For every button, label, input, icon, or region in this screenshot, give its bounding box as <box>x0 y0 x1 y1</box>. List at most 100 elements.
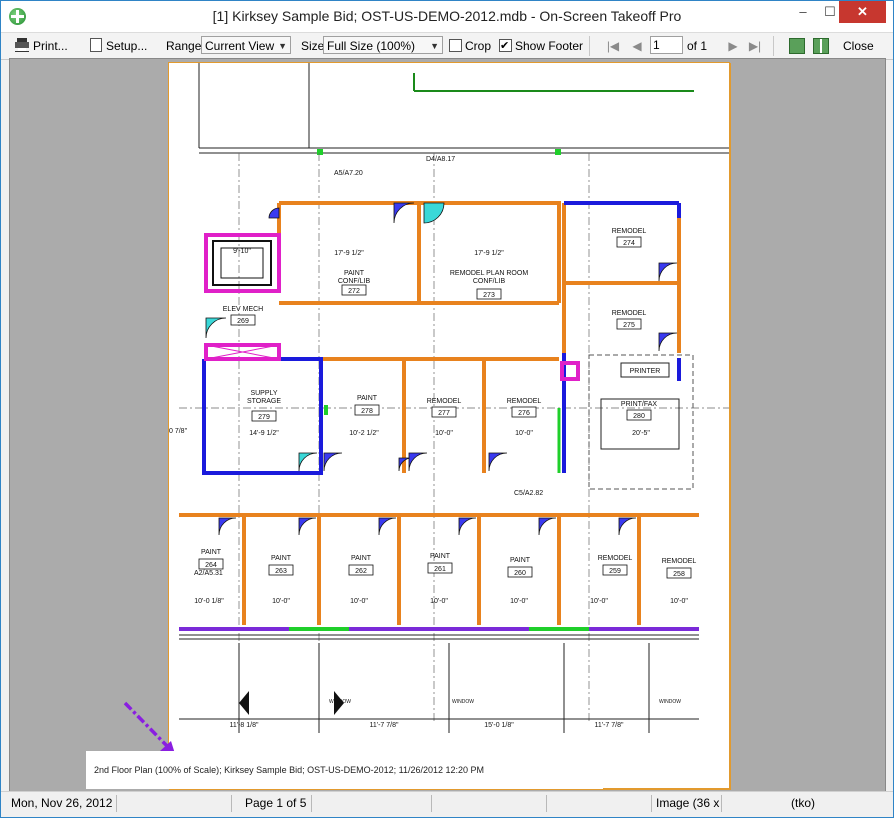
room-277-number: 277 <box>438 410 450 417</box>
room-275-number: 275 <box>623 322 635 329</box>
status-user: (tko) <box>791 796 815 810</box>
room-269-name: ELEV MECH <box>223 306 263 313</box>
room-277-name: REMODEL <box>427 398 462 405</box>
status-separator <box>311 795 312 812</box>
status-date: Mon, Nov 26, 2012 <box>11 796 113 810</box>
dim-bottom-7: 10'-0" <box>670 598 688 605</box>
print-preview-toolbar: Print... Setup... Range Current View ▼ Si… <box>1 32 893 60</box>
chevron-down-icon: ▼ <box>278 41 287 51</box>
next-page-icon[interactable]: ▶ <box>725 37 741 55</box>
crop-label: Crop <box>465 39 492 53</box>
room-279-name: SUPPLY STORAGE <box>247 390 281 405</box>
room-272-number: 272 <box>348 288 360 295</box>
room-260-name: PAINT <box>510 557 531 564</box>
show-footer-checkbox[interactable]: Show Footer <box>499 37 583 55</box>
room-263-name: PAINT <box>271 555 292 562</box>
dim-bottom-6: 10'-0" <box>590 598 608 605</box>
window-label: WINDOW <box>659 699 681 705</box>
room-273-number: 273 <box>483 292 495 299</box>
size-select[interactable]: Full Size (100%) ▼ <box>323 36 443 54</box>
section-marker-icon <box>334 691 344 715</box>
page-of-label: of 1 <box>687 39 708 53</box>
room-262-name: PAINT <box>351 555 372 562</box>
tag-a5: A5/A7.20 <box>334 170 363 177</box>
room-259-number: 259 <box>609 568 621 575</box>
range-select[interactable]: Current View ▼ <box>201 36 291 54</box>
size-value: Full Size (100%) <box>327 39 416 53</box>
single-page-icon[interactable] <box>789 38 805 54</box>
dim-mid-5: 20'-5" <box>632 430 650 437</box>
dim-mid-2: 10'-2 1/2" <box>349 430 379 437</box>
room-274-number: 274 <box>623 240 635 247</box>
preview-area[interactable]: PRINTER A5/A7.20 D4/A8.17 C5/A2.82 A2/A5… <box>9 58 886 793</box>
room-280-name: PRINT/FAX <box>621 401 658 408</box>
status-bar: Mon, Nov 26, 2012 Page 1 of 5 Image (36 … <box>1 791 893 817</box>
dim-bottom-3: 10'-0" <box>350 598 368 605</box>
minimize-button[interactable]: ‒ <box>789 1 817 23</box>
printed-page: PRINTER A5/A7.20 D4/A8.17 C5/A2.82 A2/A5… <box>168 62 730 789</box>
room-279-number: 279 <box>258 414 270 421</box>
status-separator <box>431 795 432 812</box>
room-274-name: REMODEL <box>612 228 647 235</box>
dim-lower-2: 11'-7 7/8" <box>370 722 400 729</box>
dim-bottom-1: 10'-0 1/8" <box>194 598 224 605</box>
window-label: WINDOW <box>452 699 474 705</box>
chevron-down-icon: ▼ <box>430 41 439 51</box>
room-275-name: REMODEL <box>612 310 647 317</box>
status-separator <box>651 795 652 812</box>
room-278-name: PAINT <box>357 395 378 402</box>
range-label: Range <box>166 39 202 53</box>
room-263-number: 263 <box>275 568 287 575</box>
room-260-number: 260 <box>514 570 526 577</box>
section-marker-icon <box>239 691 249 715</box>
room-262-number: 262 <box>355 568 367 575</box>
dim-bottom-4: 10'-0" <box>430 598 448 605</box>
show-footer-check-box-icon <box>499 37 512 55</box>
status-separator <box>721 795 722 812</box>
room-273-name: REMODEL PLAN ROOM CONF/LIB <box>450 270 528 285</box>
room-261-name: PAINT <box>430 553 451 560</box>
room-259-name: REMODEL <box>598 555 633 562</box>
page-setup-icon <box>90 38 102 52</box>
room-280-number: 280 <box>633 413 645 420</box>
toolbar-separator <box>589 36 590 56</box>
size-label: Size <box>301 39 325 53</box>
prev-page-icon[interactable]: ◀ <box>629 37 645 55</box>
printer-icon <box>15 38 29 52</box>
print-label: Print... <box>33 39 68 53</box>
status-separator <box>546 795 547 812</box>
close-window-button[interactable]: ✕ <box>839 1 886 23</box>
last-page-icon[interactable]: ▶| <box>747 37 763 55</box>
status-image: Image (36 x <box>656 796 720 810</box>
crop-checkbox[interactable]: Crop <box>449 37 491 55</box>
show-footer-label: Show Footer <box>515 39 584 53</box>
setup-button[interactable]: Setup... <box>90 37 147 55</box>
first-page-icon[interactable]: |◀ <box>605 37 621 55</box>
toolbar-separator <box>773 36 774 56</box>
print-button[interactable]: Print... <box>15 37 68 55</box>
room-264-name: PAINT <box>201 549 222 556</box>
room-258-name: REMODEL <box>662 558 697 565</box>
crop-check-box-icon <box>449 39 462 52</box>
room-278-number: 278 <box>361 408 373 415</box>
floor-plan-drawing: PRINTER A5/A7.20 D4/A8.17 C5/A2.82 A2/A5… <box>169 63 729 733</box>
room-272-name: PAINT CONF/LIB <box>338 270 371 285</box>
status-page: Page 1 of 5 <box>245 796 307 810</box>
page-number-input[interactable]: 1 <box>650 36 683 54</box>
room-276-number: 276 <box>518 410 530 417</box>
dim-top-1: 17'-9 1/2" <box>334 250 364 257</box>
dim-lower-3: 15'-0 1/8" <box>484 722 514 729</box>
dim-lower-1: 11'-8 1/8" <box>230 722 260 729</box>
close-preview-button[interactable]: Close <box>843 37 874 55</box>
dim-mid-1: 14'-9 1/2" <box>249 430 279 437</box>
left-dimension: 0 7/8" <box>169 428 188 435</box>
tag-d4: D4/A8.17 <box>426 156 455 163</box>
multi-page-icon[interactable] <box>813 38 829 54</box>
status-separator <box>116 795 117 812</box>
status-separator <box>231 795 232 812</box>
page-footer: 2nd Floor Plan (100% of Scale); Kirksey … <box>86 751 603 789</box>
tag-a2: A2/A5.31 <box>194 570 223 577</box>
dim-top-2: 17'-9 1/2" <box>474 250 504 257</box>
tag-c5: C5/A2.82 <box>514 490 543 497</box>
room-264-number: 264 <box>205 562 217 569</box>
